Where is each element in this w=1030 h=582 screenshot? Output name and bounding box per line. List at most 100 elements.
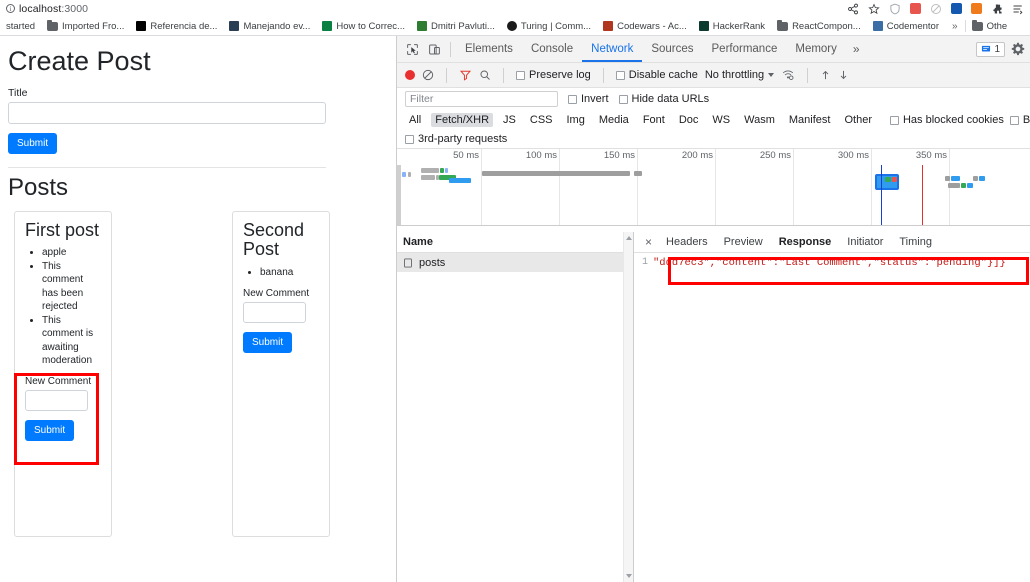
bookmark-item[interactable]: started: [0, 21, 41, 32]
clear-icon[interactable]: [422, 69, 434, 81]
overview-bar: [948, 183, 960, 188]
tab-elements[interactable]: Elements: [456, 36, 522, 62]
devtools-tabbar-right: 1: [976, 41, 1030, 57]
type-chip-css[interactable]: CSS: [526, 113, 557, 127]
overview-left-handle[interactable]: [397, 165, 401, 225]
bookmark-item[interactable]: HackerRank: [693, 21, 771, 32]
divider: [8, 167, 326, 169]
new-comment-input[interactable]: [25, 389, 88, 411]
type-chip-font[interactable]: Font: [639, 113, 669, 127]
disable-cache-checkbox[interactable]: Disable cache: [615, 69, 698, 81]
new-comment-input[interactable]: [243, 301, 306, 323]
message-count-badge[interactable]: 1: [976, 41, 1005, 57]
type-chip-img[interactable]: Img: [563, 113, 589, 127]
post-card: First post apple This comment has been r…: [14, 210, 112, 537]
gear-icon[interactable]: [1011, 42, 1025, 56]
type-chip-other[interactable]: Other: [840, 113, 876, 127]
scroll-down-icon[interactable]: [626, 574, 632, 578]
bookmark-item[interactable]: Codewars - Ac...: [597, 21, 693, 32]
requests-scrollbar[interactable]: [623, 232, 633, 582]
overview-tick: 250 ms: [760, 149, 794, 225]
create-post-submit-button[interactable]: Submit: [8, 133, 58, 155]
type-chip-fetch-xhr[interactable]: Fetch/XHR: [431, 113, 494, 127]
inspect-element-icon[interactable]: [401, 38, 423, 60]
web-page-viewport: Create Post Title Submit Posts First pos…: [0, 36, 396, 582]
site-info-icon[interactable]: i: [6, 4, 15, 13]
puzzle-icon[interactable]: [991, 3, 1003, 15]
bookmark-item[interactable]: Turing | Comm...: [501, 21, 597, 32]
tab-headers[interactable]: Headers: [658, 236, 716, 248]
bookmark-other-folder[interactable]: Othe: [966, 19, 1014, 32]
overview-bar: [892, 177, 897, 182]
extension-red-icon[interactable]: [910, 3, 921, 14]
tab-response[interactable]: Response: [771, 236, 840, 248]
hide-data-urls-checkbox[interactable]: Hide data URLs: [618, 93, 709, 105]
bookmark-item[interactable]: Codementor: [867, 21, 945, 32]
bookmarks-overflow-button[interactable]: »: [945, 21, 965, 32]
page-title: Create Post: [8, 46, 151, 76]
type-chip-ws[interactable]: WS: [708, 113, 734, 127]
more-tabs-button[interactable]: »: [846, 42, 867, 56]
tick-label: 200 ms: [681, 150, 713, 161]
type-chip-manifest[interactable]: Manifest: [785, 113, 835, 127]
comment-submit-button[interactable]: Submit: [25, 419, 75, 441]
shield-icon[interactable]: [889, 3, 901, 15]
type-chip-wasm[interactable]: Wasm: [740, 113, 779, 127]
filter-icon[interactable]: [459, 69, 472, 81]
network-conditions-icon[interactable]: [781, 69, 795, 81]
preserve-log-label: Preserve log: [529, 69, 591, 81]
bookmark-item[interactable]: How to Correc...: [316, 21, 411, 32]
bookmark-item[interactable]: ReactCompon...: [771, 19, 867, 32]
tab-memory[interactable]: Memory: [786, 36, 846, 62]
folder-icon: [47, 19, 59, 31]
requests-column-header[interactable]: Name: [397, 232, 633, 253]
tab-initiator[interactable]: Initiator: [839, 236, 891, 248]
has-blocked-cookies-checkbox[interactable]: Has blocked cookies: [889, 114, 1004, 126]
scroll-up-icon[interactable]: [626, 236, 632, 240]
tab-performance[interactable]: Performance: [703, 36, 787, 62]
extension-gray-icon[interactable]: [930, 3, 942, 15]
comment-submit-button[interactable]: Submit: [243, 331, 293, 353]
network-overview[interactable]: 50 ms 100 ms 150 ms 200 ms 250 ms 300 ms…: [397, 149, 1030, 226]
close-icon[interactable]: ×: [639, 236, 658, 248]
title-input[interactable]: [8, 102, 326, 125]
filter-input[interactable]: [405, 91, 558, 107]
tab-sources[interactable]: Sources: [642, 36, 702, 62]
export-har-icon[interactable]: [838, 69, 849, 81]
address-bar[interactable]: i localhost:3000: [6, 3, 88, 15]
divider: [450, 41, 451, 57]
tab-timing[interactable]: Timing: [891, 236, 940, 248]
share-icon[interactable]: [847, 3, 859, 15]
record-button[interactable]: [405, 70, 415, 80]
reading-list-icon[interactable]: [1012, 3, 1024, 15]
type-chip-js[interactable]: JS: [499, 113, 520, 127]
bookmark-item[interactable]: Manejando ev...: [223, 21, 316, 32]
third-party-requests-checkbox[interactable]: 3rd-party requests: [405, 133, 507, 145]
star-icon[interactable]: [868, 2, 880, 15]
type-chip-doc[interactable]: Doc: [675, 113, 703, 127]
bookmark-item[interactable]: Imported Fro...: [41, 19, 130, 32]
bookmark-item[interactable]: Dmitri Pavluti...: [411, 21, 501, 32]
preserve-log-checkbox[interactable]: Preserve log: [516, 69, 591, 81]
bookmark-item[interactable]: Referencia de...: [130, 21, 223, 32]
browser-toolbar-icons: [847, 2, 1030, 15]
tab-network[interactable]: Network: [582, 36, 643, 62]
invert-checkbox[interactable]: Invert: [568, 93, 609, 105]
toggle-device-toolbar-icon[interactable]: [423, 38, 445, 60]
tick-label: 300 ms: [837, 150, 869, 161]
extension-blue-icon[interactable]: [951, 3, 962, 14]
response-body[interactable]: 1 "ddd7ec3","content":"Last Comment","st…: [634, 253, 1030, 269]
type-chip-media[interactable]: Media: [595, 113, 633, 127]
tab-console[interactable]: Console: [522, 36, 582, 62]
extension-orange-icon[interactable]: [971, 3, 982, 14]
tick-label: 50 ms: [453, 150, 479, 161]
search-icon[interactable]: [479, 69, 491, 81]
site-icon: [229, 21, 240, 31]
throttling-select[interactable]: No throttling: [705, 69, 775, 81]
tab-preview[interactable]: Preview: [716, 236, 771, 248]
blocked-requests-checkbox[interactable]: Blocked R: [1009, 114, 1030, 126]
import-har-icon[interactable]: [820, 69, 831, 81]
checkbox: [889, 115, 899, 125]
type-chip-all[interactable]: All: [405, 113, 425, 127]
table-row[interactable]: posts: [397, 253, 633, 272]
